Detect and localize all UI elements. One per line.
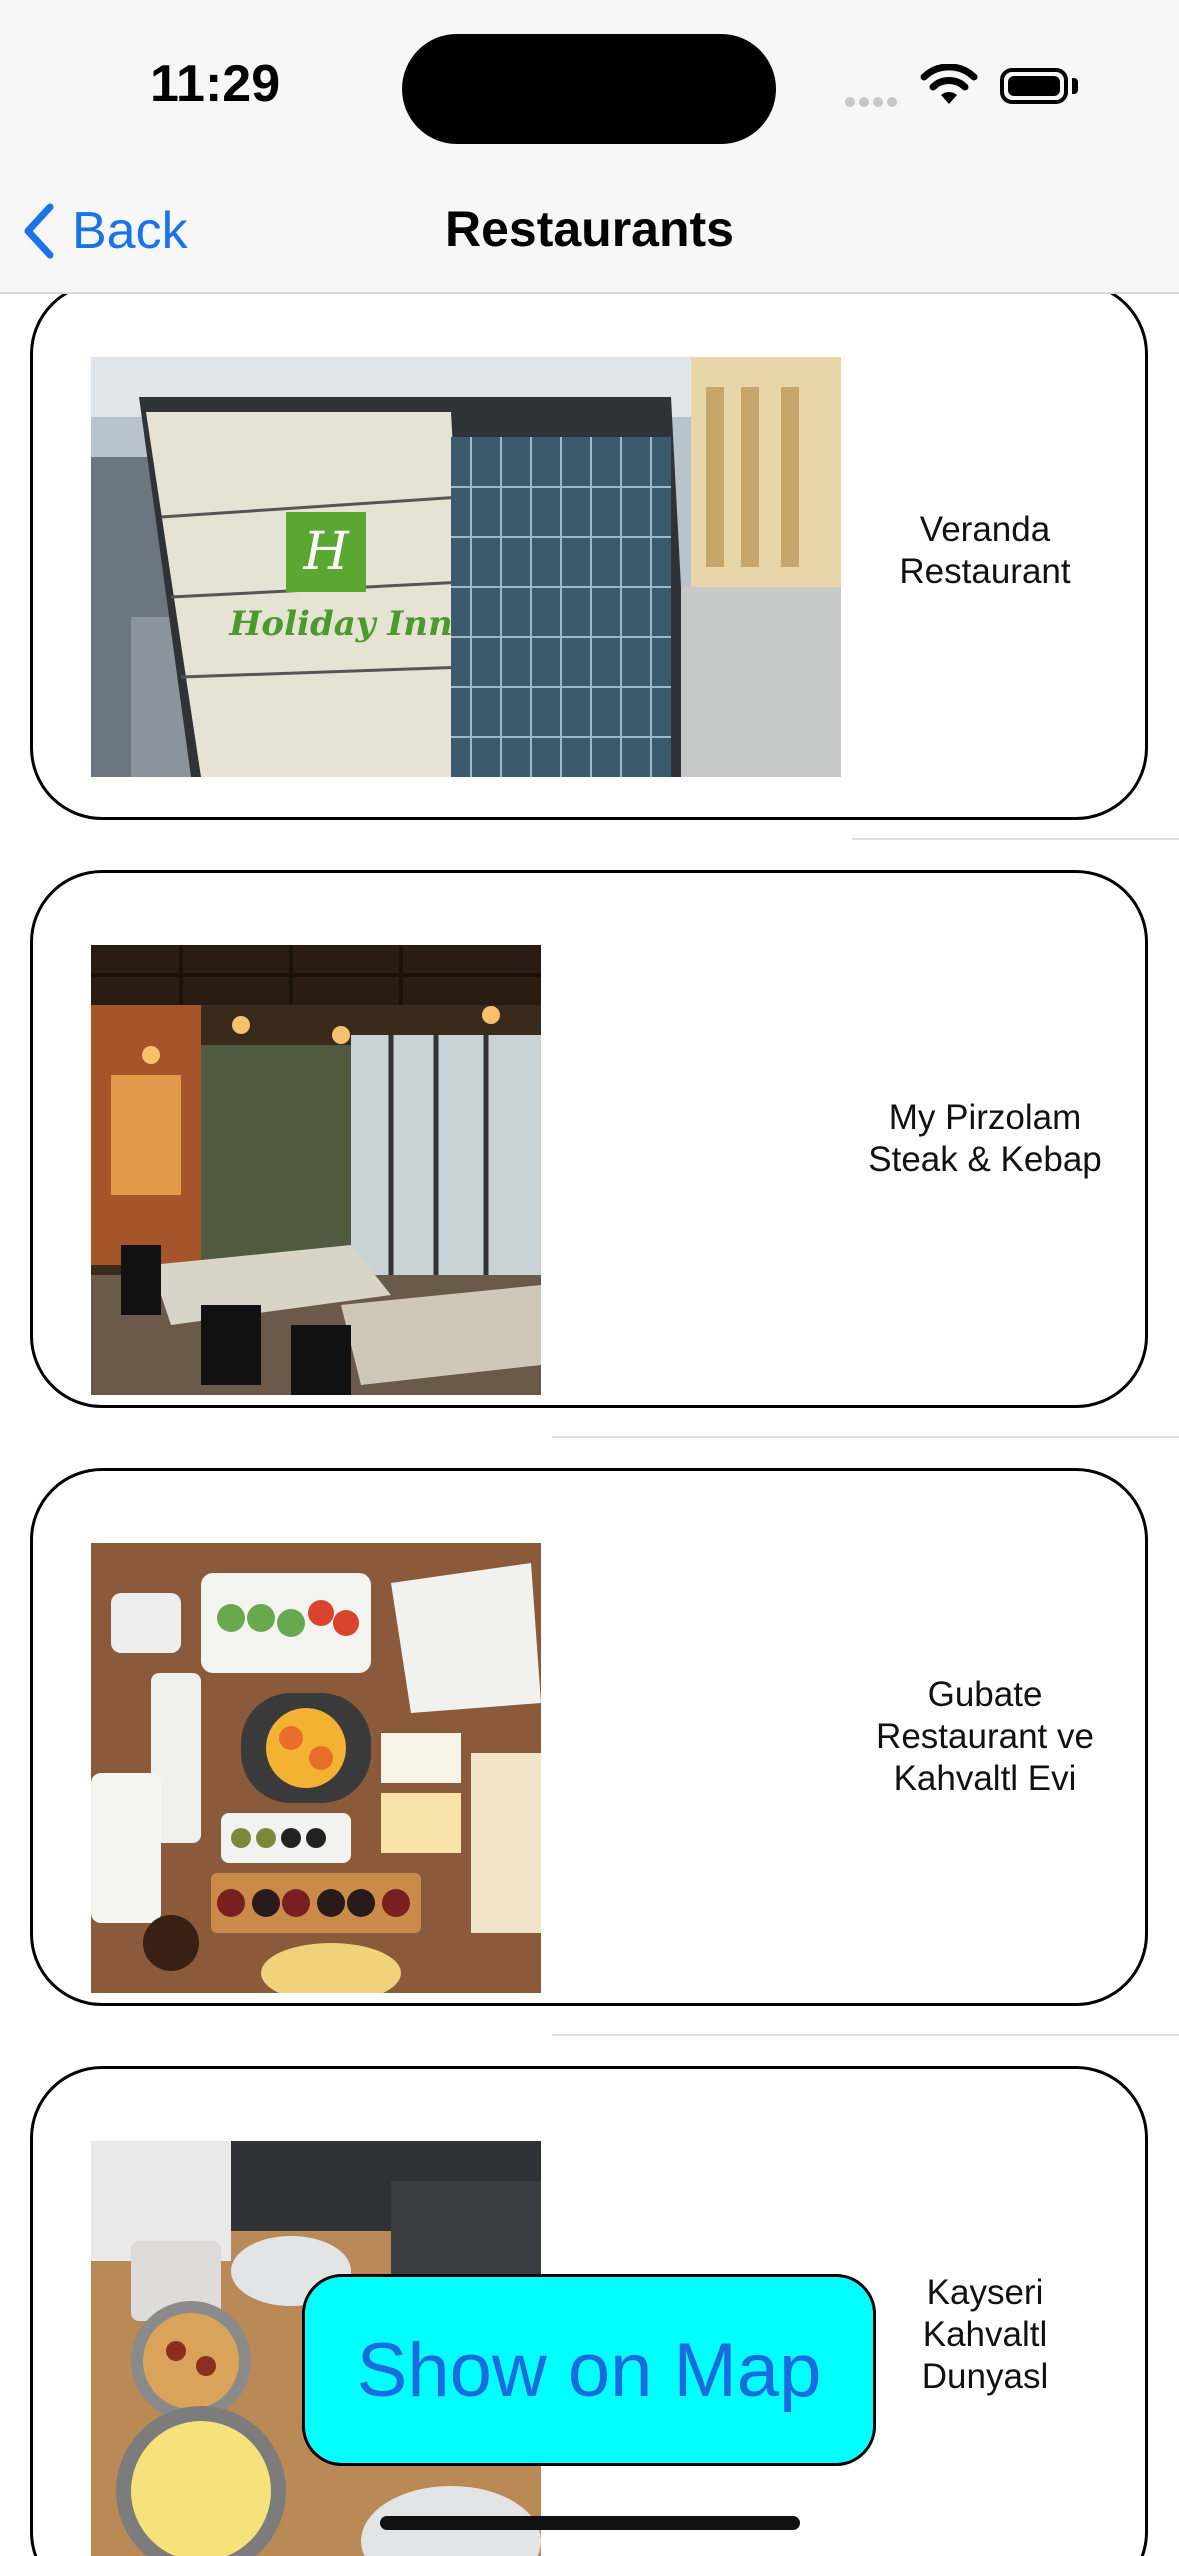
restaurant-card[interactable]: Gubate Restaurant ve Kahvaltl Evi xyxy=(30,1468,1148,2006)
restaurant-photo: H Holiday Inn xyxy=(91,357,841,777)
navigation-bar: Back Restaurants xyxy=(0,170,1179,294)
row-separator xyxy=(852,838,1179,840)
svg-text:H: H xyxy=(302,522,350,582)
restaurant-list[interactable]: H Holiday Inn Veranda Restaurant My Pirz… xyxy=(0,294,1179,2556)
status-bar: 11:29 xyxy=(0,0,1179,170)
restaurant-card[interactable]: My Pirzolam Steak & Kebap xyxy=(30,870,1148,1408)
home-indicator xyxy=(380,2516,800,2530)
restaurant-photo xyxy=(91,1543,541,1993)
status-time: 11:29 xyxy=(150,55,281,113)
restaurant-card[interactable]: H Holiday Inn Veranda Restaurant xyxy=(30,294,1148,820)
row-separator xyxy=(552,1436,1179,1438)
restaurant-name: Veranda Restaurant xyxy=(899,510,1071,591)
show-on-map-button[interactable]: Show on Map xyxy=(302,2274,876,2466)
page-title: Restaurants xyxy=(445,201,734,257)
restaurant-name: Kayseri Kahvaltl Dunyasl xyxy=(921,2273,1049,2396)
cellular-signal-icon xyxy=(845,94,901,112)
restaurant-photo xyxy=(91,945,541,1395)
battery-icon xyxy=(1000,68,1068,104)
dynamic-island xyxy=(402,34,776,144)
wifi-icon xyxy=(920,63,978,113)
restaurant-name: My Pirzolam Steak & Kebap xyxy=(868,1098,1102,1179)
restaurant-name: Gubate Restaurant ve Kahvaltl Evi xyxy=(876,1675,1094,1798)
row-separator xyxy=(552,2034,1179,2036)
svg-text:Holiday Inn: Holiday Inn xyxy=(228,604,452,644)
